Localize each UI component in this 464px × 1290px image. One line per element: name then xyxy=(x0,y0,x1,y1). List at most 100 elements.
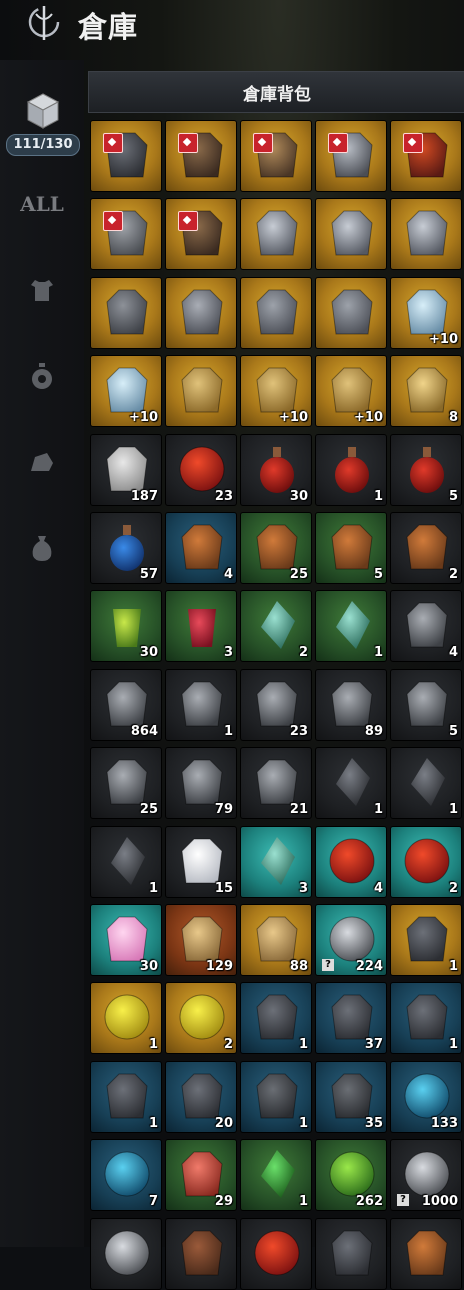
inventory-slot[interactable]: 5 xyxy=(390,668,462,741)
inventory-slot[interactable]: 1 xyxy=(240,982,312,1055)
material-category-icon xyxy=(31,453,53,471)
inventory-slot[interactable]: 4 xyxy=(165,512,237,584)
item-count: 1 xyxy=(373,802,383,818)
inventory-slot[interactable]: +10 xyxy=(90,355,162,428)
category-material[interactable] xyxy=(20,442,64,482)
category-all[interactable]: ALL xyxy=(20,184,64,224)
inventory-slot[interactable] xyxy=(315,198,387,271)
inventory-slot[interactable]: 5 xyxy=(390,433,462,506)
inventory-slot[interactable]: 30 xyxy=(90,904,162,976)
inventory-slot[interactable]: 25 xyxy=(240,512,312,584)
category-accessory[interactable] xyxy=(20,356,64,396)
yellow-orb-icon xyxy=(179,994,225,1040)
blue-orb-icon xyxy=(104,1151,150,1197)
inventory-slot[interactable]: +10 xyxy=(240,355,312,428)
inventory-slot[interactable] xyxy=(390,198,462,271)
inventory-slot[interactable] xyxy=(240,1217,312,1290)
inventory-slot[interactable]: 1 xyxy=(390,747,462,820)
inventory-slot[interactable]: 35 xyxy=(315,1060,387,1133)
inventory-slot[interactable]: 1 xyxy=(390,982,462,1055)
inventory-slot[interactable]: 133 xyxy=(390,1060,462,1133)
inventory-slot[interactable] xyxy=(90,276,162,349)
inventory-slot[interactable]: 1 xyxy=(315,433,387,506)
inventory-slot[interactable]: 262 xyxy=(315,1139,387,1212)
inventory-slot[interactable]: 1 xyxy=(165,668,237,741)
inventory-slot[interactable]: 1 xyxy=(90,1060,162,1133)
item-count: 1 xyxy=(148,1037,158,1053)
inventory-slot[interactable]: 15 xyxy=(165,825,237,898)
inventory-slot[interactable]: 187 xyxy=(90,433,162,506)
inventory-slot[interactable]: 4 xyxy=(315,825,387,898)
inventory-slot[interactable]: 4 xyxy=(390,590,462,663)
inventory-slot[interactable] xyxy=(315,120,387,192)
red-orb-icon xyxy=(329,838,375,884)
inventory-slot[interactable]: 864 xyxy=(90,668,162,741)
item-count: 21 xyxy=(289,802,308,818)
inventory-slot[interactable]: 23 xyxy=(240,668,312,741)
inventory-slot[interactable]: 25 xyxy=(90,747,162,820)
inventory-slot[interactable]: 79 xyxy=(165,747,237,820)
inventory-slot[interactable]: 2 xyxy=(390,512,462,584)
inventory-slot[interactable] xyxy=(90,120,162,192)
inventory-slot[interactable]: 8 xyxy=(390,355,462,428)
inventory-slot[interactable]: 129 xyxy=(165,904,237,976)
item-count: 35 xyxy=(364,1115,383,1131)
category-all-label: ALL xyxy=(20,192,64,216)
inventory-slot[interactable]: ? 224 xyxy=(315,904,387,976)
inventory-slot[interactable]: 30 xyxy=(240,433,312,506)
inventory-slot[interactable]: +10 xyxy=(315,355,387,428)
red-orb-icon xyxy=(254,1230,300,1276)
inventory-slot[interactable]: 1 xyxy=(90,825,162,898)
inventory-slot[interactable] xyxy=(240,198,312,271)
inventory-slot[interactable]: 3 xyxy=(165,590,237,663)
lock-icon xyxy=(253,133,273,153)
inventory-slot[interactable]: 88 xyxy=(240,904,312,976)
inventory-slot[interactable]: 1 xyxy=(240,1139,312,1212)
inventory-slot[interactable]: 37 xyxy=(315,982,387,1055)
inventory-slot[interactable]: 20 xyxy=(165,1060,237,1133)
category-armor[interactable] xyxy=(20,270,64,310)
inventory-slot[interactable] xyxy=(165,276,237,349)
inventory-slot[interactable]: 1 xyxy=(390,904,462,976)
inventory-slot[interactable] xyxy=(315,276,387,349)
category-pouch[interactable] xyxy=(20,528,64,568)
inventory-slot[interactable]: 21 xyxy=(240,747,312,820)
inventory-slot[interactable]: 30 xyxy=(90,590,162,663)
inventory-slot[interactable] xyxy=(390,120,462,192)
warehouse-bag-tab[interactable]: 倉庫背包 xyxy=(88,71,464,113)
inventory-slot[interactable] xyxy=(90,1217,162,1290)
inventory-slot[interactable]: 2 xyxy=(165,982,237,1055)
inventory-slot[interactable]: +10 xyxy=(390,276,462,349)
game-emblem-icon[interactable] xyxy=(26,2,62,42)
item-count: 4 xyxy=(448,645,458,661)
item-count: 1 xyxy=(298,1115,308,1131)
inventory-slot[interactable] xyxy=(390,1217,462,1290)
inventory-slot[interactable] xyxy=(165,1217,237,1290)
inventory-slot[interactable] xyxy=(165,355,237,428)
inventory-slot[interactable]: 23 xyxy=(165,433,237,506)
inventory-slot[interactable]: ? 1000 xyxy=(390,1139,462,1212)
inventory-slot[interactable] xyxy=(240,120,312,192)
inventory-slot[interactable] xyxy=(90,198,162,271)
item-count: 4 xyxy=(223,567,233,582)
inventory-slot[interactable]: 1 xyxy=(240,1060,312,1133)
inventory-slot[interactable]: 5 xyxy=(315,512,387,584)
inventory-slot[interactable]: 89 xyxy=(315,668,387,741)
inventory-slot[interactable]: 1 xyxy=(315,747,387,820)
dark-armor-icon xyxy=(256,994,298,1040)
inventory-slot[interactable]: 2 xyxy=(240,590,312,663)
food-plate-icon xyxy=(406,524,448,570)
inventory-slot[interactable]: 1 xyxy=(315,590,387,663)
inventory-slot[interactable]: 3 xyxy=(240,825,312,898)
lock-icon xyxy=(328,133,348,153)
inventory-slot[interactable]: 1 xyxy=(90,982,162,1055)
inventory-slot[interactable]: 29 xyxy=(165,1139,237,1212)
inventory-slot[interactable]: 7 xyxy=(90,1139,162,1212)
inventory-slot[interactable] xyxy=(165,120,237,192)
inventory-slot[interactable] xyxy=(165,198,237,271)
inventory-slot[interactable] xyxy=(240,276,312,349)
inventory-slot[interactable] xyxy=(315,1217,387,1290)
boots-icon xyxy=(256,289,298,335)
inventory-slot[interactable]: 57 xyxy=(90,512,162,584)
inventory-slot[interactable]: 2 xyxy=(390,825,462,898)
